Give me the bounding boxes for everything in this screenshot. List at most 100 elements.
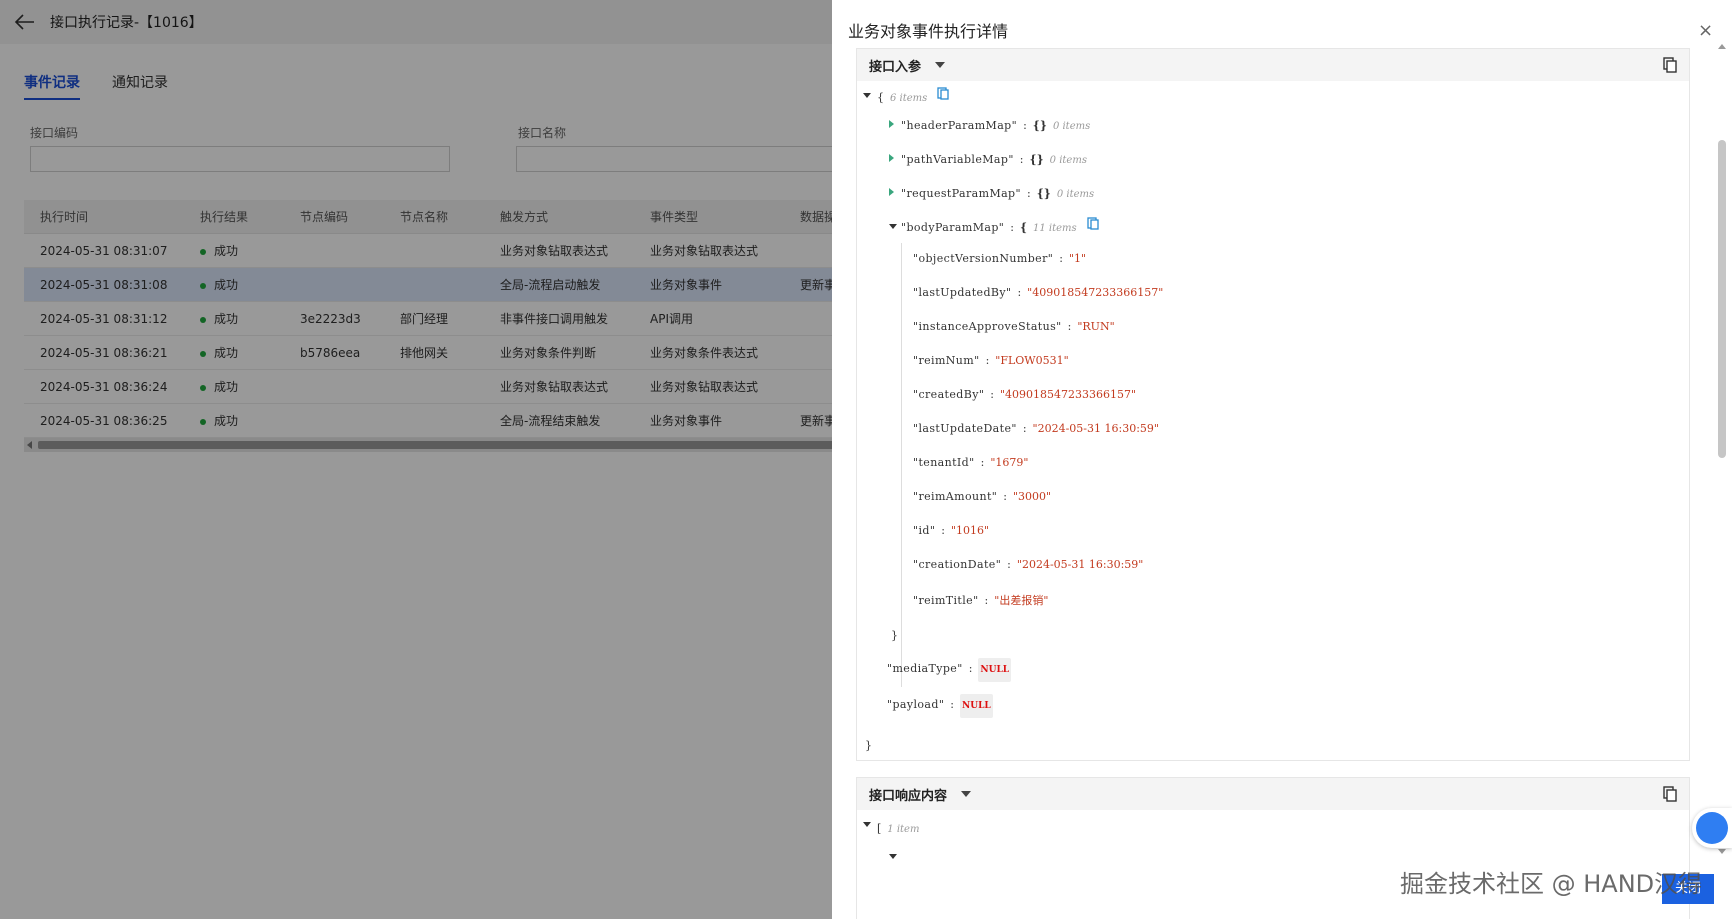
json-colon: : bbox=[1022, 422, 1027, 435]
json-string-value: "409018547233366157" bbox=[1000, 388, 1137, 401]
json-entry: "reimAmount": "3000" bbox=[913, 490, 1051, 503]
json-string-value: "2024-05-31 16:30:59" bbox=[1032, 422, 1159, 435]
json-value: {} bbox=[1036, 187, 1051, 200]
json-colon: : bbox=[1003, 490, 1007, 503]
json-null-value: NULL bbox=[978, 658, 1012, 682]
item-count: 0 items bbox=[1049, 155, 1087, 166]
json-string-value: "409018547233366157" bbox=[1027, 286, 1164, 299]
json-string-value: "3000" bbox=[1012, 490, 1052, 503]
detail-drawer: 业务对象事件执行详情 × 接口入参 {6 items "headerParamMa… bbox=[832, 0, 1732, 919]
json-entry: "requestParamMap": {} 0 items bbox=[901, 187, 1094, 200]
json-key: "pathVariableMap" bbox=[901, 153, 1014, 166]
json-colon: : bbox=[980, 456, 985, 469]
json-string-value: "出差报销" bbox=[994, 594, 1049, 607]
modal-overlay[interactable] bbox=[0, 0, 832, 919]
item-count: 11 items bbox=[1033, 223, 1077, 234]
json-colon: : bbox=[1010, 221, 1014, 234]
json-entry: "headerParamMap": {} 0 items bbox=[901, 119, 1090, 132]
json-colon: : bbox=[990, 388, 994, 401]
drawer-vertical-scrollbar[interactable] bbox=[1716, 44, 1728, 854]
json-bracket: { bbox=[1019, 221, 1028, 234]
copy-node-icon[interactable] bbox=[937, 87, 949, 100]
drawer-title: 业务对象事件执行详情 bbox=[848, 22, 1009, 41]
json-key: "payload" bbox=[887, 698, 945, 711]
chevron-down-icon[interactable] bbox=[961, 791, 972, 797]
json-null-value: NULL bbox=[960, 694, 993, 718]
json-root-open: [1 item bbox=[877, 822, 919, 835]
json-bracket: } bbox=[891, 629, 898, 642]
json-entry: "payload": NULL bbox=[887, 694, 993, 718]
collapse-toggle-icon[interactable] bbox=[889, 224, 897, 229]
expand-toggle-icon[interactable] bbox=[889, 120, 894, 128]
chevron-down-icon[interactable] bbox=[935, 62, 946, 68]
json-string-value: "RUN" bbox=[1077, 320, 1115, 333]
json-key: "instanceApproveStatus" bbox=[913, 320, 1062, 333]
copy-icon[interactable] bbox=[1663, 57, 1677, 73]
json-colon: : bbox=[1059, 252, 1063, 265]
json-colon: : bbox=[1026, 187, 1031, 200]
scroll-down-arrow-icon[interactable] bbox=[1718, 849, 1726, 854]
vertical-scroll-thumb[interactable] bbox=[1718, 140, 1726, 458]
json-colon: : bbox=[984, 594, 989, 607]
collapse-toggle-icon[interactable] bbox=[863, 93, 871, 98]
copy-icon[interactable] bbox=[1663, 786, 1677, 802]
json-entry: "instanceApproveStatus": "RUN" bbox=[913, 320, 1115, 333]
request-params-title: 接口入参 bbox=[869, 59, 922, 75]
json-entry: "lastUpdatedBy": "409018547233366157" bbox=[913, 286, 1163, 299]
json-value: {} bbox=[1032, 119, 1047, 132]
json-key: "reimAmount" bbox=[913, 490, 998, 503]
json-root-open: {6 items bbox=[877, 91, 927, 104]
json-entry: "reimTitle": "出差报销" bbox=[913, 592, 1048, 608]
json-entry: "lastUpdateDate": "2024-05-31 16:30:59" bbox=[913, 422, 1159, 435]
collapse-toggle-icon[interactable] bbox=[889, 854, 897, 859]
json-key: "creationDate" bbox=[913, 558, 1002, 571]
json-entry: "objectVersionNumber": "1" bbox=[913, 252, 1086, 265]
response-title: 接口响应内容 bbox=[869, 788, 948, 804]
json-string-value: "FLOW0531" bbox=[995, 354, 1069, 367]
item-count: 1 item bbox=[887, 824, 920, 835]
json-key: "mediaType" bbox=[887, 662, 963, 675]
json-bracket: { bbox=[877, 91, 884, 104]
json-key: "reimNum" bbox=[913, 354, 980, 367]
response-header[interactable]: 接口响应内容 bbox=[857, 778, 1689, 810]
json-entry: "bodyParamMap": {11 items bbox=[901, 221, 1077, 234]
json-colon: : bbox=[985, 354, 990, 367]
json-entry: "creationDate": "2024-05-31 16:30:59" bbox=[913, 558, 1143, 571]
assistant-icon bbox=[1696, 812, 1728, 844]
json-key: "bodyParamMap" bbox=[901, 221, 1005, 234]
json-bracket: [ bbox=[877, 822, 882, 835]
item-count: 0 items bbox=[1056, 189, 1095, 200]
json-entry: "reimNum": "FLOW0531" bbox=[913, 354, 1069, 367]
response-json-viewer: [1 item bbox=[857, 810, 1689, 870]
json-bracket: } bbox=[865, 739, 872, 752]
indent-guide bbox=[901, 243, 902, 687]
expand-toggle-icon[interactable] bbox=[889, 188, 894, 196]
json-key: "lastUpdateDate" bbox=[913, 422, 1017, 435]
json-colon: : bbox=[1007, 558, 1011, 571]
json-key: "reimTitle" bbox=[913, 594, 979, 607]
json-key: "objectVersionNumber" bbox=[913, 252, 1054, 265]
json-colon: : bbox=[1019, 153, 1024, 166]
floating-assistant-button[interactable] bbox=[1692, 808, 1732, 848]
json-key: "lastUpdatedBy" bbox=[913, 286, 1012, 299]
scroll-up-arrow-icon[interactable] bbox=[1718, 44, 1726, 49]
json-entry: "pathVariableMap": {} 0 items bbox=[901, 153, 1087, 166]
collapse-toggle-icon[interactable] bbox=[863, 822, 871, 827]
close-icon[interactable]: × bbox=[1698, 20, 1713, 41]
json-key: "createdBy" bbox=[913, 388, 985, 401]
copy-node-icon[interactable] bbox=[1087, 217, 1099, 230]
json-entry: "tenantId": "1679" bbox=[913, 456, 1028, 469]
item-count: 6 items bbox=[890, 93, 928, 104]
json-colon: : bbox=[1017, 286, 1022, 299]
json-string-value: "1016" bbox=[951, 524, 990, 537]
request-params-panel: 接口入参 {6 items "headerParamMap":{} 0 items "… bbox=[856, 48, 1690, 761]
json-key: "headerParamMap" bbox=[901, 119, 1018, 132]
json-string-value: "1679" bbox=[990, 456, 1029, 469]
json-key: "requestParamMap" bbox=[901, 187, 1021, 200]
request-json-viewer: {6 items "headerParamMap":{} 0 items "pathV… bbox=[857, 81, 1689, 761]
json-entry: "mediaType": NULL bbox=[887, 658, 1012, 682]
request-params-header[interactable]: 接口入参 bbox=[857, 49, 1689, 81]
expand-toggle-icon[interactable] bbox=[889, 154, 894, 162]
json-colon: : bbox=[941, 524, 945, 537]
json-entry: "id": "1016" bbox=[913, 524, 989, 537]
